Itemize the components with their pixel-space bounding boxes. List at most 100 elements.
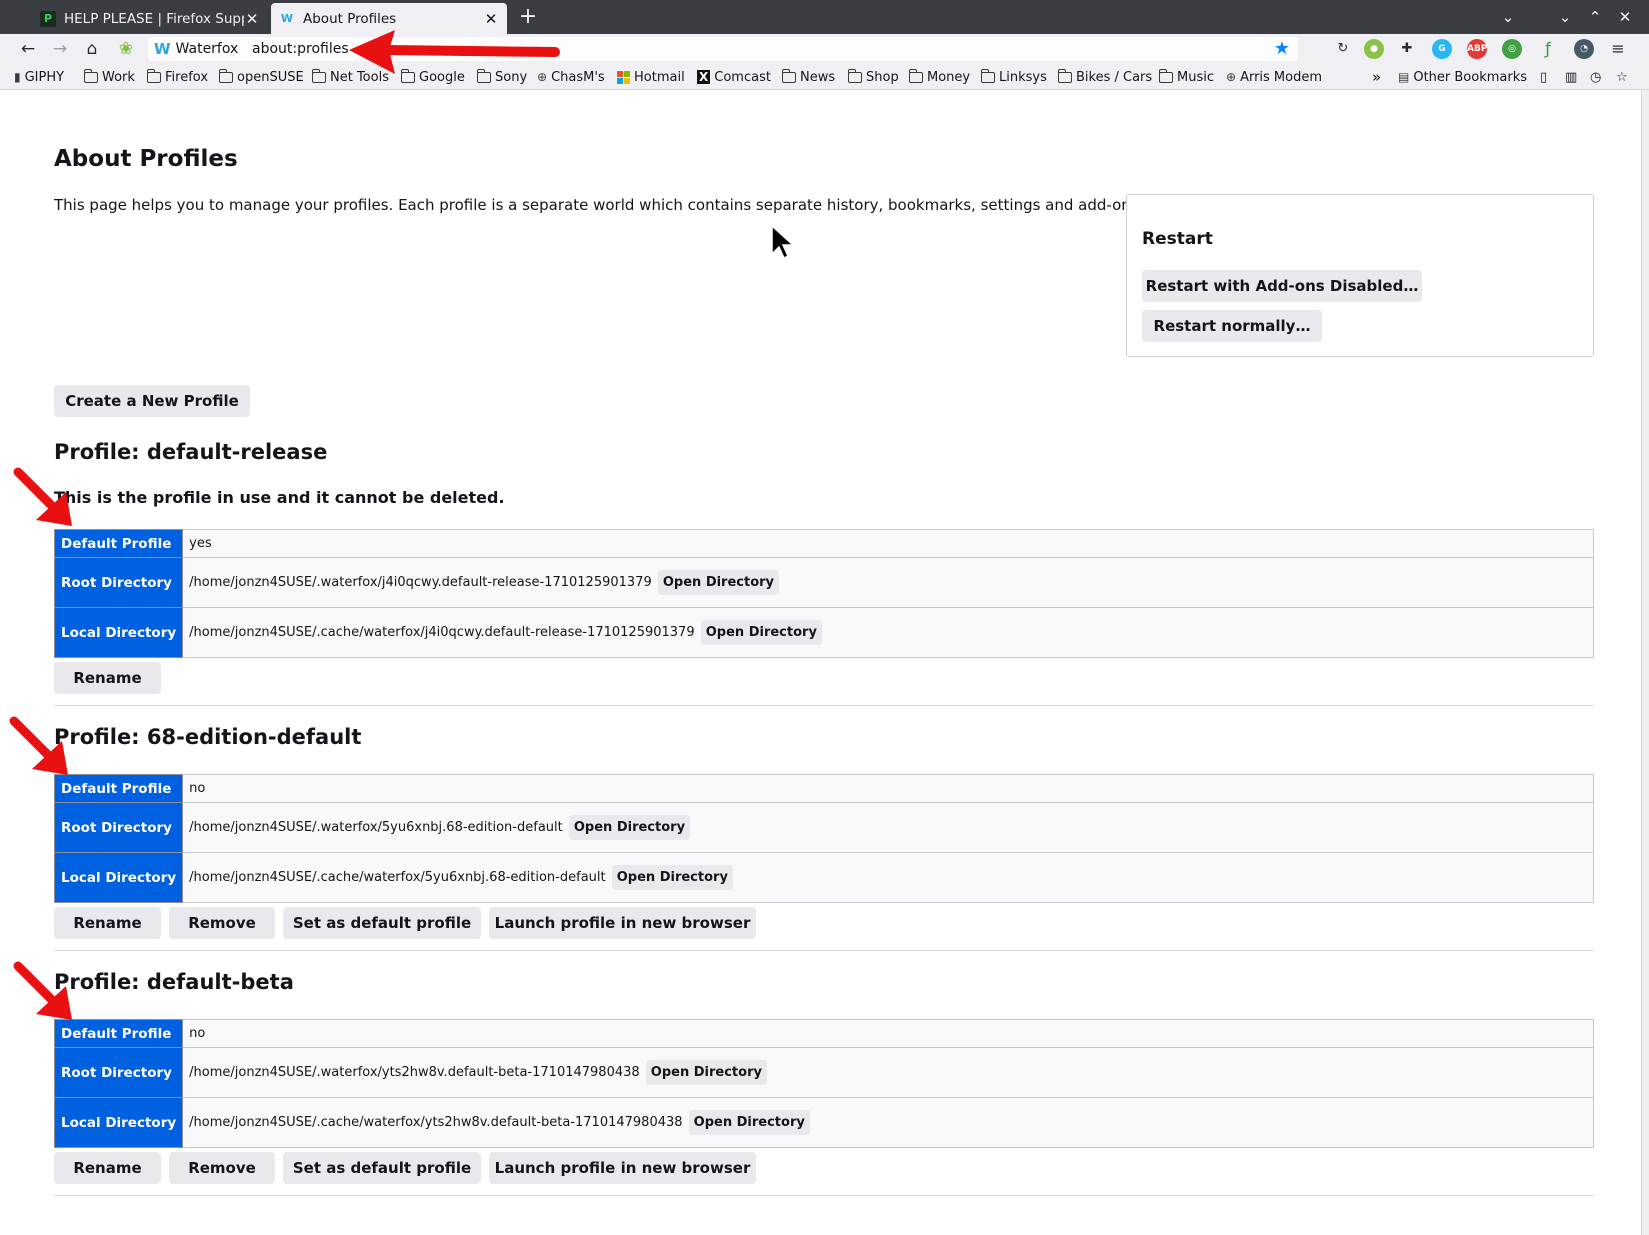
sidebar-icon[interactable]: ▯ <box>1540 67 1547 87</box>
rename-button[interactable]: Rename <box>54 1152 161 1184</box>
root-directory-cell: /home/jonzn4SUSE/.waterfox/j4i0qcwy.defa… <box>182 557 1594 608</box>
bookmark-giphy[interactable]: ▮ GIPHY <box>14 67 64 87</box>
giphy-icon: ▮ <box>14 70 21 84</box>
root-directory-cell: /home/jonzn4SUSE/.waterfox/5yu6xnbj.68-e… <box>182 802 1594 853</box>
restart-panel: Restart Restart with Add-ons Disabled… R… <box>1126 194 1594 357</box>
root-directory-path: /home/jonzn4SUSE/.waterfox/j4i0qcwy.defa… <box>189 575 652 590</box>
extension-leaf-icon[interactable]: ❀ <box>113 36 139 62</box>
local-directory-path: /home/jonzn4SUSE/.cache/waterfox/5yu6xnb… <box>189 870 606 885</box>
profile-separator <box>54 705 1594 706</box>
url-input[interactable]: about:profiles <box>252 40 349 58</box>
profile-table: Default Profile no Root Directory/home/jo… <box>53 774 1594 903</box>
page-title: About Profiles <box>54 146 238 172</box>
set-default-profile-button[interactable]: Set as default profile <box>283 907 481 939</box>
rename-button[interactable]: Rename <box>54 907 161 939</box>
set-default-profile-button[interactable]: Set as default profile <box>283 1152 481 1184</box>
bookmark-bikes-cars[interactable]: Bikes / Cars <box>1057 67 1152 87</box>
back-icon[interactable]: ← <box>15 36 41 62</box>
root-directory-label: Root Directory <box>53 557 184 608</box>
folder-icon <box>218 68 233 83</box>
open-root-directory-button[interactable]: Open Directory <box>645 1060 767 1085</box>
bookmark-work[interactable]: Work <box>83 67 135 87</box>
extension-circle-icon[interactable]: ◎ <box>1502 39 1522 59</box>
open-local-directory-button[interactable]: Open Directory <box>611 865 733 890</box>
navigation-toolbar: ← → ⌂ ❀ W Waterfox about:profiles ★ ↻ ● … <box>0 34 1649 64</box>
ghostery-icon[interactable]: G <box>1432 39 1452 59</box>
folder-icon <box>908 68 923 83</box>
folder-icon <box>781 68 796 83</box>
profile-in-use-note: This is the profile in use and it cannot… <box>54 488 505 507</box>
tab-title: HELP PLEASE | Firefox Suppo <box>64 10 244 27</box>
bookmark-news[interactable]: News <box>781 67 835 87</box>
close-tab-icon[interactable]: ✕ <box>483 10 499 28</box>
adblock-plus-icon[interactable]: ABP <box>1467 39 1487 59</box>
restart-normally-button[interactable]: Restart normally… <box>1142 310 1322 342</box>
create-profile-button[interactable]: Create a New Profile <box>54 385 250 417</box>
remove-button[interactable]: Remove <box>169 1152 275 1184</box>
local-directory-cell: /home/jonzn4SUSE/.cache/waterfox/yts2hw8… <box>182 1097 1594 1148</box>
open-root-directory-button[interactable]: Open Directory <box>657 570 780 595</box>
remove-button[interactable]: Remove <box>169 907 275 939</box>
rename-button[interactable]: Rename <box>54 662 161 694</box>
bookmark-money[interactable]: Money <box>908 67 970 87</box>
new-tab-button[interactable]: + <box>516 4 540 30</box>
bookmark-firefox[interactable]: Firefox <box>146 67 208 87</box>
folder-icon <box>1057 68 1072 83</box>
default-profile-value: no <box>182 1019 1594 1048</box>
minimize-icon[interactable]: ⌄ <box>1553 4 1577 30</box>
library-icon[interactable]: ▥ <box>1565 67 1577 87</box>
profile-heading: Profile: 68-edition-default <box>54 725 362 749</box>
x-icon: X <box>697 70 711 84</box>
bookmark-manager-icon[interactable]: ☆ <box>1616 67 1628 87</box>
open-local-directory-button[interactable]: Open Directory <box>700 620 822 645</box>
annotation-arrow-icon <box>13 961 72 1020</box>
history-icon[interactable]: ◷ <box>1590 67 1601 87</box>
launch-profile-button[interactable]: Launch profile in new browser <box>489 907 756 939</box>
profile-separator <box>54 950 1594 951</box>
close-window-icon[interactable]: ✕ <box>1613 4 1637 30</box>
maximize-icon[interactable]: ⌃ <box>1583 4 1607 30</box>
extension-feather-icon[interactable]: ƒ <box>1538 39 1558 59</box>
profile-heading: Profile: default-release <box>54 440 328 464</box>
folder-icon <box>980 68 995 83</box>
local-directory-path: /home/jonzn4SUSE/.cache/waterfox/yts2hw8… <box>189 1115 683 1130</box>
bookmark-comcast[interactable]: X Comcast <box>697 67 771 87</box>
menu-icon[interactable]: ≡ <box>1608 39 1628 59</box>
restart-addons-disabled-button[interactable]: Restart with Add-ons Disabled… <box>1142 270 1422 302</box>
home-icon[interactable]: ⌂ <box>79 36 105 62</box>
page-intro: This page helps you to manage your profi… <box>54 196 1144 214</box>
default-profile-label: Default Profile <box>53 529 184 558</box>
default-profile-value: no <box>182 774 1594 803</box>
bookmarks-overflow-icon[interactable]: » <box>1372 67 1381 87</box>
bookmark-arris-modem[interactable]: ⊕ Arris Modem <box>1226 67 1322 87</box>
local-directory-label: Local Directory <box>53 852 184 903</box>
bookmark-hotmail[interactable]: Hotmail <box>617 67 685 87</box>
close-tab-icon[interactable]: ✕ <box>244 10 260 28</box>
bookmark-music[interactable]: Music <box>1158 67 1214 87</box>
account-icon[interactable]: ◔ <box>1574 39 1594 59</box>
extensions-puzzle-icon[interactable]: ✚ <box>1397 39 1417 59</box>
reload-icon[interactable]: ↻ <box>1333 39 1353 59</box>
bookmark-opensuse[interactable]: openSUSE <box>218 67 304 87</box>
folder-icon <box>146 68 161 83</box>
other-bookmarks[interactable]: ▤ Other Bookmarks <box>1398 67 1527 87</box>
url-bar[interactable]: W Waterfox about:profiles ★ <box>148 37 1298 61</box>
tab-strip: P HELP PLEASE | Firefox Suppo ✕ W About … <box>0 0 1649 34</box>
list-tabs-icon[interactable]: ⌄ <box>1496 4 1520 30</box>
waterfox-icon: W <box>280 12 294 25</box>
tab-help-please[interactable]: P HELP PLEASE | Firefox Suppo ✕ <box>32 3 268 34</box>
default-profile-value: yes <box>182 529 1594 558</box>
forward-icon[interactable]: → <box>47 36 73 62</box>
bookmark-linksys[interactable]: Linksys <box>980 67 1047 87</box>
bookmark-shop[interactable]: Shop <box>847 67 899 87</box>
folder-icon <box>1158 68 1173 83</box>
open-local-directory-button[interactable]: Open Directory <box>688 1110 810 1135</box>
open-root-directory-button[interactable]: Open Directory <box>568 815 691 840</box>
launch-profile-button[interactable]: Launch profile in new browser <box>489 1152 756 1184</box>
annotation-arrow-icon <box>9 716 68 775</box>
root-directory-label: Root Directory <box>53 802 184 853</box>
site-identity[interactable]: W Waterfox <box>154 40 238 58</box>
extension-green-icon[interactable]: ● <box>1364 39 1384 59</box>
bookmark-star-icon[interactable]: ★ <box>1274 38 1290 60</box>
tab-title: About Profiles <box>303 10 397 27</box>
